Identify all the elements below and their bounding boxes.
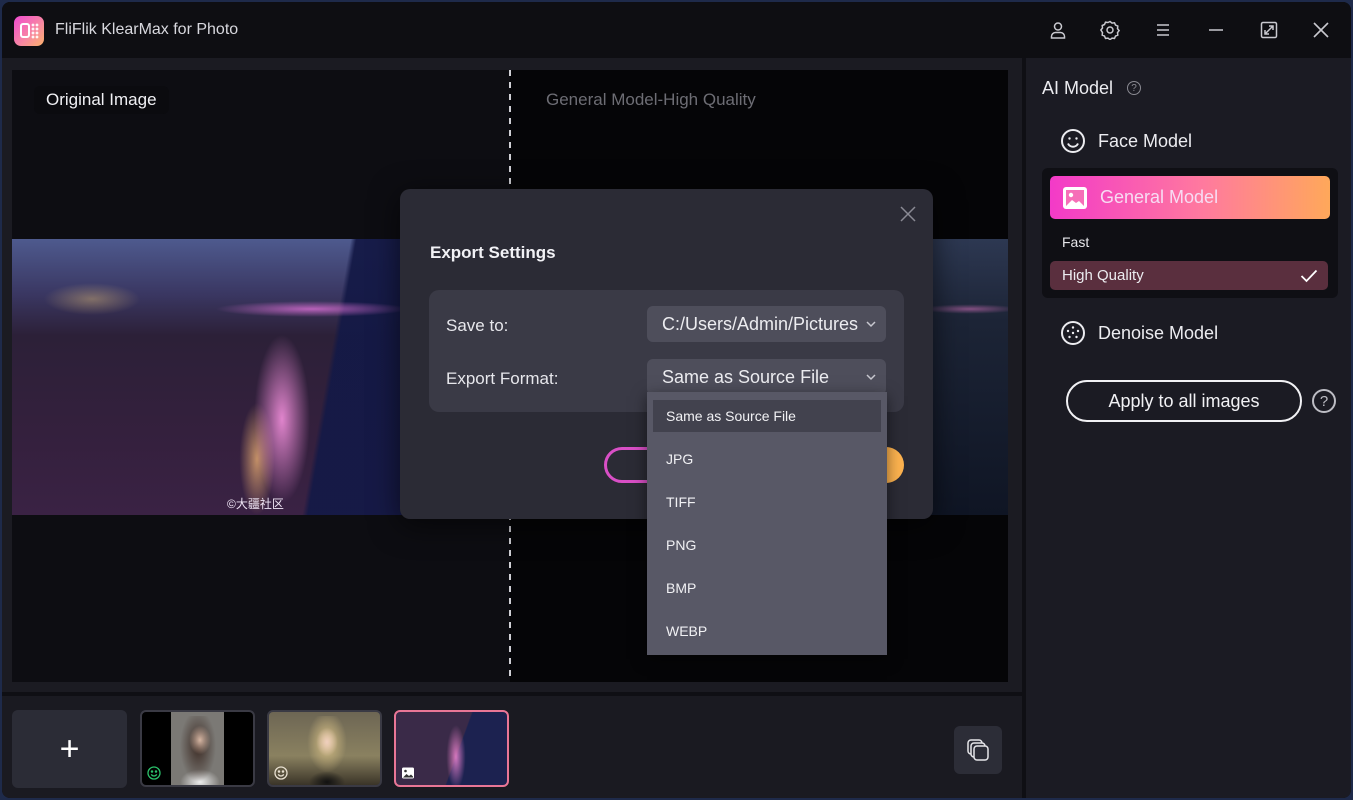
ai-model-panel: AI Model ? Face Model General Model Fast… [1026, 58, 1351, 798]
face-model-option[interactable]: Face Model [1060, 128, 1192, 154]
thumbnail-strip: + [2, 696, 1022, 798]
settings-icon[interactable] [1098, 18, 1122, 42]
apply-help-icon[interactable]: ? [1312, 389, 1336, 413]
app-logo-icon [14, 16, 44, 46]
denoise-model-label: Denoise Model [1098, 322, 1219, 343]
maximize-icon[interactable] [1257, 18, 1281, 42]
high-quality-label: High Quality [1062, 267, 1144, 284]
format-option-bmp[interactable]: BMP [653, 572, 881, 604]
face-icon [1061, 129, 1085, 153]
export-format-label: Export Format: [446, 369, 559, 388]
batch-stack-button[interactable] [954, 726, 1002, 774]
chevron-down-icon [864, 370, 878, 384]
chevron-down-icon [864, 317, 878, 331]
add-image-button[interactable]: + [12, 710, 127, 788]
face-model-label: Face Model [1098, 130, 1193, 151]
layers-icon [967, 739, 989, 761]
format-option-webp[interactable]: WEBP [653, 615, 881, 647]
save-to-value: C:/Users/Admin/Pictures [662, 313, 859, 334]
save-to-label: Save to: [446, 316, 509, 335]
help-icon[interactable]: ? [1127, 81, 1141, 95]
image-icon [402, 767, 414, 779]
face-icon [274, 766, 288, 780]
export-format-select[interactable]: Same as Source File [647, 359, 886, 395]
general-model-label: General Model [1100, 187, 1219, 207]
photo-watermark: ©大疆社区 [227, 497, 284, 511]
save-to-select[interactable]: C:/Users/Admin/Pictures [647, 306, 886, 342]
ai-model-title: AI Model [1042, 78, 1114, 98]
fast-option[interactable]: Fast [1062, 234, 1089, 250]
close-icon[interactable] [1309, 18, 1333, 42]
app-window: FliFlik KlearMax for Photo ©大疆社区 Origina… [2, 2, 1351, 798]
format-option-png[interactable]: PNG [653, 529, 881, 561]
menu-icon[interactable] [1151, 18, 1175, 42]
denoise-model-option[interactable]: Denoise Model [1060, 320, 1218, 346]
high-quality-option[interactable]: High Quality [1050, 261, 1328, 290]
result-model-label: General Model-High Quality [546, 90, 756, 109]
export-format-dropdown: Same as Source File JPG TIFF PNG BMP WEB… [647, 392, 887, 655]
format-option-tiff[interactable]: TIFF [653, 486, 881, 518]
image-icon [1063, 186, 1087, 209]
checkmark-icon [1300, 269, 1318, 282]
dialog-title: Export Settings [430, 243, 556, 262]
title-bar: FliFlik KlearMax for Photo [2, 2, 1351, 58]
minimize-icon[interactable] [1204, 18, 1228, 42]
thumbnail-item-active[interactable] [394, 710, 509, 787]
apply-to-all-button[interactable]: Apply to all images [1066, 380, 1302, 422]
face-icon [147, 766, 161, 780]
general-model-group: General Model Fast High Quality [1042, 168, 1338, 298]
export-format-value: Same as Source File [662, 366, 830, 387]
app-title: FliFlik KlearMax for Photo [55, 21, 239, 38]
original-image-label: Original Image [34, 86, 169, 114]
thumbnail-item[interactable] [140, 710, 255, 787]
user-icon[interactable] [1046, 18, 1070, 42]
format-option-same-as-source[interactable]: Same as Source File [653, 400, 881, 432]
general-model-option[interactable]: General Model [1050, 176, 1330, 219]
dialog-close-icon[interactable] [899, 205, 917, 223]
thumbnail-item[interactable] [267, 710, 382, 787]
format-option-jpg[interactable]: JPG [653, 443, 881, 475]
result-photo [930, 239, 1008, 515]
denoise-icon [1061, 321, 1085, 345]
